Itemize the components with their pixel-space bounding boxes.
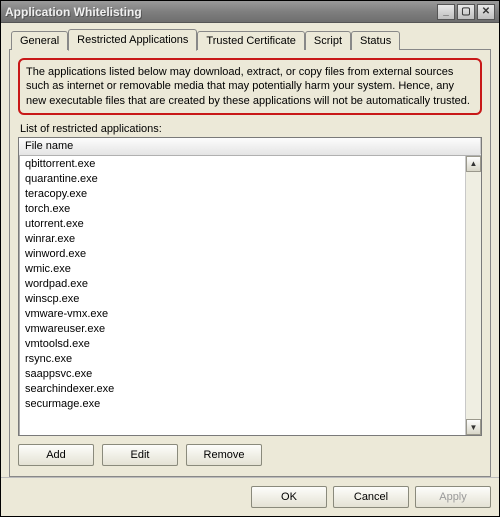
cancel-button[interactable]: Cancel (333, 486, 409, 508)
list-item[interactable]: saappsvc.exe (19, 367, 465, 382)
list-item[interactable]: winrar.exe (19, 232, 465, 247)
add-button[interactable]: Add (18, 444, 94, 466)
list-item[interactable]: wmic.exe (19, 262, 465, 277)
content-area: General Restricted Applications Trusted … (1, 23, 499, 477)
remove-button[interactable]: Remove (186, 444, 262, 466)
maximize-button[interactable]: ▢ (457, 4, 475, 20)
list-item[interactable]: vmware-vmx.exe (19, 307, 465, 322)
list-body: qbittorrent.exe quarantine.exe teracopy.… (19, 156, 481, 435)
applications-list[interactable]: File name qbittorrent.exe quarantine.exe… (18, 137, 482, 436)
ok-button[interactable]: OK (251, 486, 327, 508)
close-icon: ✕ (482, 6, 490, 17)
window-title: Application Whitelisting (5, 5, 435, 19)
tab-trusted-certificate[interactable]: Trusted Certificate (197, 31, 304, 50)
dialog-footer: OK Cancel Apply (1, 477, 499, 516)
tab-general[interactable]: General (11, 31, 68, 50)
description-box: The applications listed below may downlo… (18, 58, 482, 115)
list-label: List of restricted applications: (20, 123, 482, 135)
list-item[interactable]: utorrent.exe (19, 217, 465, 232)
tab-status[interactable]: Status (351, 31, 400, 50)
tab-strip: General Restricted Applications Trusted … (9, 29, 491, 50)
list-item[interactable]: winscp.exe (19, 292, 465, 307)
scroll-up-button[interactable]: ▲ (466, 156, 481, 172)
minimize-icon: _ (443, 6, 449, 17)
list-item[interactable]: searchindexer.exe (19, 382, 465, 397)
scrollbar[interactable]: ▲ ▼ (465, 156, 481, 435)
list-item[interactable]: torch.exe (19, 202, 465, 217)
list-item[interactable]: qbittorrent.exe (19, 157, 465, 172)
column-file-name[interactable]: File name (19, 138, 481, 154)
list-item[interactable]: securmage.exe (19, 397, 465, 412)
list-item[interactable]: quarantine.exe (19, 172, 465, 187)
list-items: qbittorrent.exe quarantine.exe teracopy.… (19, 156, 465, 435)
list-item[interactable]: rsync.exe (19, 352, 465, 367)
chevron-down-icon: ▼ (470, 423, 478, 432)
tab-script[interactable]: Script (305, 31, 351, 50)
edit-button[interactable]: Edit (102, 444, 178, 466)
close-button[interactable]: ✕ (477, 4, 495, 20)
list-buttons: Add Edit Remove (18, 436, 482, 468)
titlebar: Application Whitelisting _ ▢ ✕ (1, 1, 499, 23)
minimize-button[interactable]: _ (437, 4, 455, 20)
list-item[interactable]: vmtoolsd.exe (19, 337, 465, 352)
scroll-track[interactable] (466, 172, 481, 419)
window: Application Whitelisting _ ▢ ✕ General R… (0, 0, 500, 517)
scroll-down-button[interactable]: ▼ (466, 419, 481, 435)
list-item[interactable]: vmwareuser.exe (19, 322, 465, 337)
list-item[interactable]: wordpad.exe (19, 277, 465, 292)
tab-restricted-applications[interactable]: Restricted Applications (68, 29, 197, 51)
apply-button[interactable]: Apply (415, 486, 491, 508)
list-header: File name (19, 138, 481, 156)
list-item[interactable]: winword.exe (19, 247, 465, 262)
chevron-up-icon: ▲ (470, 159, 478, 168)
list-item[interactable]: teracopy.exe (19, 187, 465, 202)
maximize-icon: ▢ (461, 6, 470, 17)
tab-panel: The applications listed below may downlo… (9, 49, 491, 477)
